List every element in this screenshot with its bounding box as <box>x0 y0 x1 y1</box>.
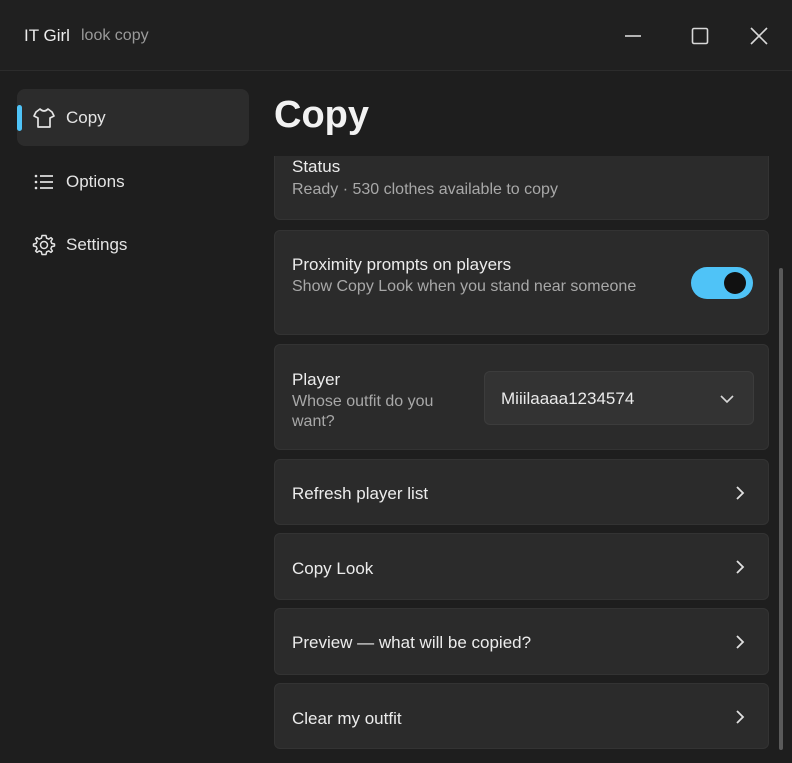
app-title: IT Girl <box>24 26 70 45</box>
sidebar-item-label: Options <box>66 171 125 191</box>
preview-button[interactable]: Preview — what will be copied? <box>274 608 769 675</box>
active-indicator <box>17 105 22 131</box>
title-bar: IT Girl look copy <box>0 0 792 71</box>
close-button[interactable] <box>743 20 775 52</box>
proximity-desc: Show Copy Look when you stand near someo… <box>292 278 637 295</box>
status-title: Status <box>292 157 341 176</box>
proximity-title: Proximity prompts on players <box>292 255 512 274</box>
refresh-player-list-button[interactable]: Refresh player list <box>274 459 769 525</box>
clear-title: Clear my outfit <box>292 709 402 728</box>
sidebar-item-label: Settings <box>66 234 128 254</box>
sidebar-item-settings[interactable]: Settings <box>17 216 249 273</box>
player-card: Player Whose outfit do you want? Miiilaa… <box>274 344 769 450</box>
maximize-icon <box>691 27 709 45</box>
maximize-button[interactable] <box>684 20 716 52</box>
proximity-toggle[interactable] <box>691 267 753 299</box>
scrollbar[interactable] <box>779 268 783 750</box>
player-dropdown[interactable]: Miiilaaaa1234574 <box>484 371 754 425</box>
close-icon <box>750 27 768 45</box>
app-subtitle: look copy <box>81 27 149 44</box>
toggle-knob <box>724 272 746 294</box>
minimize-button[interactable] <box>617 20 649 52</box>
refresh-title: Refresh player list <box>292 484 429 503</box>
proximity-card: Proximity prompts on players Show Copy L… <box>274 230 769 335</box>
chevron-down-icon <box>720 395 734 404</box>
sidebar: Copy Options Settings <box>0 72 260 763</box>
sidebar-item-options[interactable]: Options <box>17 153 249 210</box>
status-text: Ready · 530 clothes available to copy <box>292 181 558 198</box>
list-icon <box>31 169 57 195</box>
page-title: Copy <box>274 94 369 136</box>
settings-list: Status Ready · 530 clothes available to … <box>274 156 770 756</box>
player-desc: Whose outfit do you want? <box>292 393 434 430</box>
chevron-right-icon <box>736 486 745 500</box>
player-title: Player <box>292 370 341 389</box>
gear-icon <box>31 232 57 258</box>
preview-title: Preview — what will be copied? <box>292 633 532 652</box>
chevron-right-icon <box>736 560 745 574</box>
status-card: Status Ready · 530 clothes available to … <box>274 156 769 220</box>
chevron-right-icon <box>736 635 745 649</box>
sidebar-item-label: Copy <box>66 107 106 127</box>
copy-look-button[interactable]: Copy Look <box>274 533 769 600</box>
minimize-icon <box>625 35 641 37</box>
player-dropdown-value: Miiilaaaa1234574 <box>501 389 635 408</box>
chevron-right-icon <box>736 710 745 724</box>
sidebar-item-copy[interactable]: Copy <box>17 89 249 146</box>
clear-outfit-button[interactable]: Clear my outfit <box>274 683 769 749</box>
copy-look-title: Copy Look <box>292 559 374 578</box>
shirt-icon <box>31 105 57 131</box>
